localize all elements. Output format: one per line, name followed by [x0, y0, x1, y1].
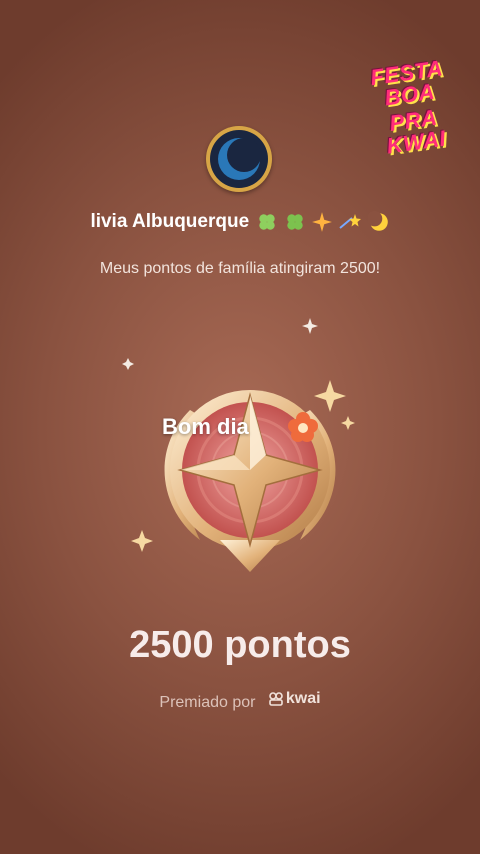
awarded-by-row: Premiado por kwai: [0, 690, 480, 712]
sparkle-icon: [312, 212, 332, 232]
user-name: livia Albuquerque: [90, 211, 250, 233]
family-points-message: Meus pontos de família atingiram 2500!: [99, 260, 381, 277]
avatar[interactable]: [206, 126, 272, 192]
clover-icon: [259, 214, 276, 230]
emoji-decoration: [256, 211, 389, 233]
kwai-logo-icon: [269, 692, 283, 706]
points-total: 2500 pontos: [129, 624, 351, 666]
star-medal-icon: [120, 300, 380, 590]
crescent-moon-emoji-icon: [366, 211, 388, 231]
kwai-brand-label: kwai: [285, 690, 321, 707]
clover-icon-2: [287, 214, 303, 230]
flower-icon: [286, 410, 320, 449]
crescent-moon-icon: [210, 130, 268, 188]
festa-boa-logo: FESTA BOA PRA KWAI: [350, 55, 471, 158]
awarded-by-label: Premiado por: [159, 694, 256, 711]
kwai-brand: kwai: [268, 690, 321, 708]
user-name-row: livia Albuquerque: [0, 211, 480, 233]
badge-caption: Bom dia: [162, 414, 249, 439]
shooting-star-icon: [339, 214, 362, 229]
